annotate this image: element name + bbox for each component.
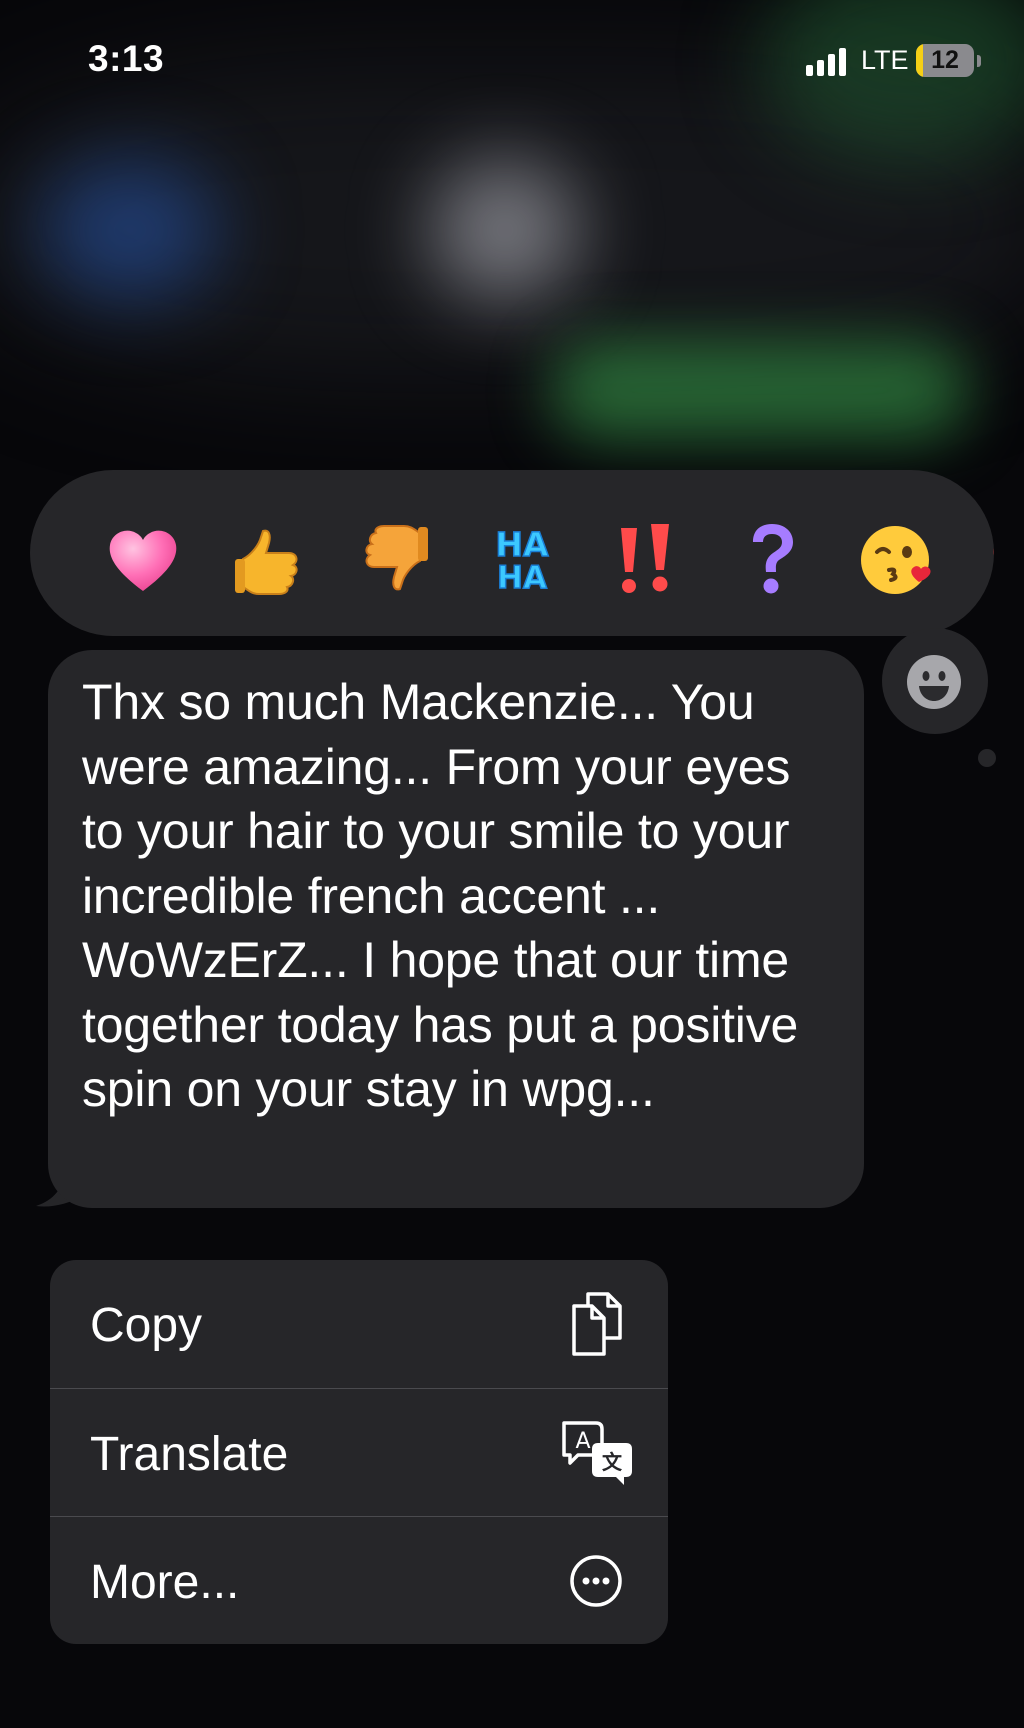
menu-item-translate[interactable]: Translate A 文 bbox=[50, 1388, 668, 1517]
more-icon bbox=[570, 1555, 622, 1607]
network-type: LTE bbox=[861, 45, 909, 75]
question-mark-icon bbox=[753, 524, 793, 594]
menu-item-label: Copy bbox=[90, 1299, 203, 1352]
message-context-menu: Copy Translate A 文 More... bbox=[50, 1260, 668, 1644]
thumbs-down-icon bbox=[365, 525, 428, 591]
red-heart-icon bbox=[993, 548, 994, 555]
message-bubble[interactable]: Thx so much Mackenzie... You were amazin… bbox=[48, 650, 864, 1208]
heart-reaction-overflow bbox=[980, 520, 994, 600]
question-reaction-button[interactable] bbox=[732, 520, 812, 600]
copy-icon bbox=[572, 1292, 622, 1356]
tapback-tail-dot bbox=[978, 749, 996, 767]
thumbs-up-icon bbox=[235, 529, 298, 595]
battery-level: 12 bbox=[931, 46, 959, 74]
heart-icon bbox=[109, 530, 177, 591]
status-time: 3:13 bbox=[88, 38, 165, 79]
status-bar: 3:13 LTE 12 bbox=[0, 0, 1024, 120]
svg-text:文: 文 bbox=[602, 1450, 623, 1474]
emphasize-reaction-button[interactable] bbox=[605, 520, 685, 600]
battery-icon: 12 bbox=[916, 44, 974, 77]
kissing-face-icon bbox=[861, 526, 931, 594]
thumbs-up-reaction-button[interactable] bbox=[228, 520, 308, 600]
double-exclamation-icon bbox=[621, 524, 669, 593]
haha-icon: HA HA bbox=[495, 524, 550, 597]
tapback-reaction-bar: HA HA bbox=[30, 470, 994, 636]
menu-item-label: More... bbox=[90, 1556, 240, 1609]
emoji-picker-icon[interactable] bbox=[906, 654, 962, 710]
svg-text:HA: HA bbox=[497, 560, 547, 596]
battery-cap bbox=[977, 55, 981, 67]
cellular-signal-icon bbox=[806, 46, 846, 76]
menu-item-label: Translate bbox=[90, 1428, 289, 1481]
svg-text:HA: HA bbox=[495, 525, 549, 564]
translate-icon: A 文 bbox=[562, 1421, 632, 1485]
thumbs-down-reaction-button[interactable] bbox=[355, 520, 435, 600]
heart-reaction-button[interactable] bbox=[103, 520, 183, 600]
menu-item-more[interactable]: More... bbox=[50, 1516, 668, 1644]
message-text: Thx so much Mackenzie... You were amazin… bbox=[82, 674, 799, 1117]
menu-item-copy[interactable]: Copy bbox=[50, 1260, 668, 1388]
svg-text:A: A bbox=[575, 1429, 590, 1454]
kissing-face-reaction-button[interactable] bbox=[858, 520, 938, 600]
haha-reaction-button[interactable]: HA HA bbox=[482, 520, 562, 600]
